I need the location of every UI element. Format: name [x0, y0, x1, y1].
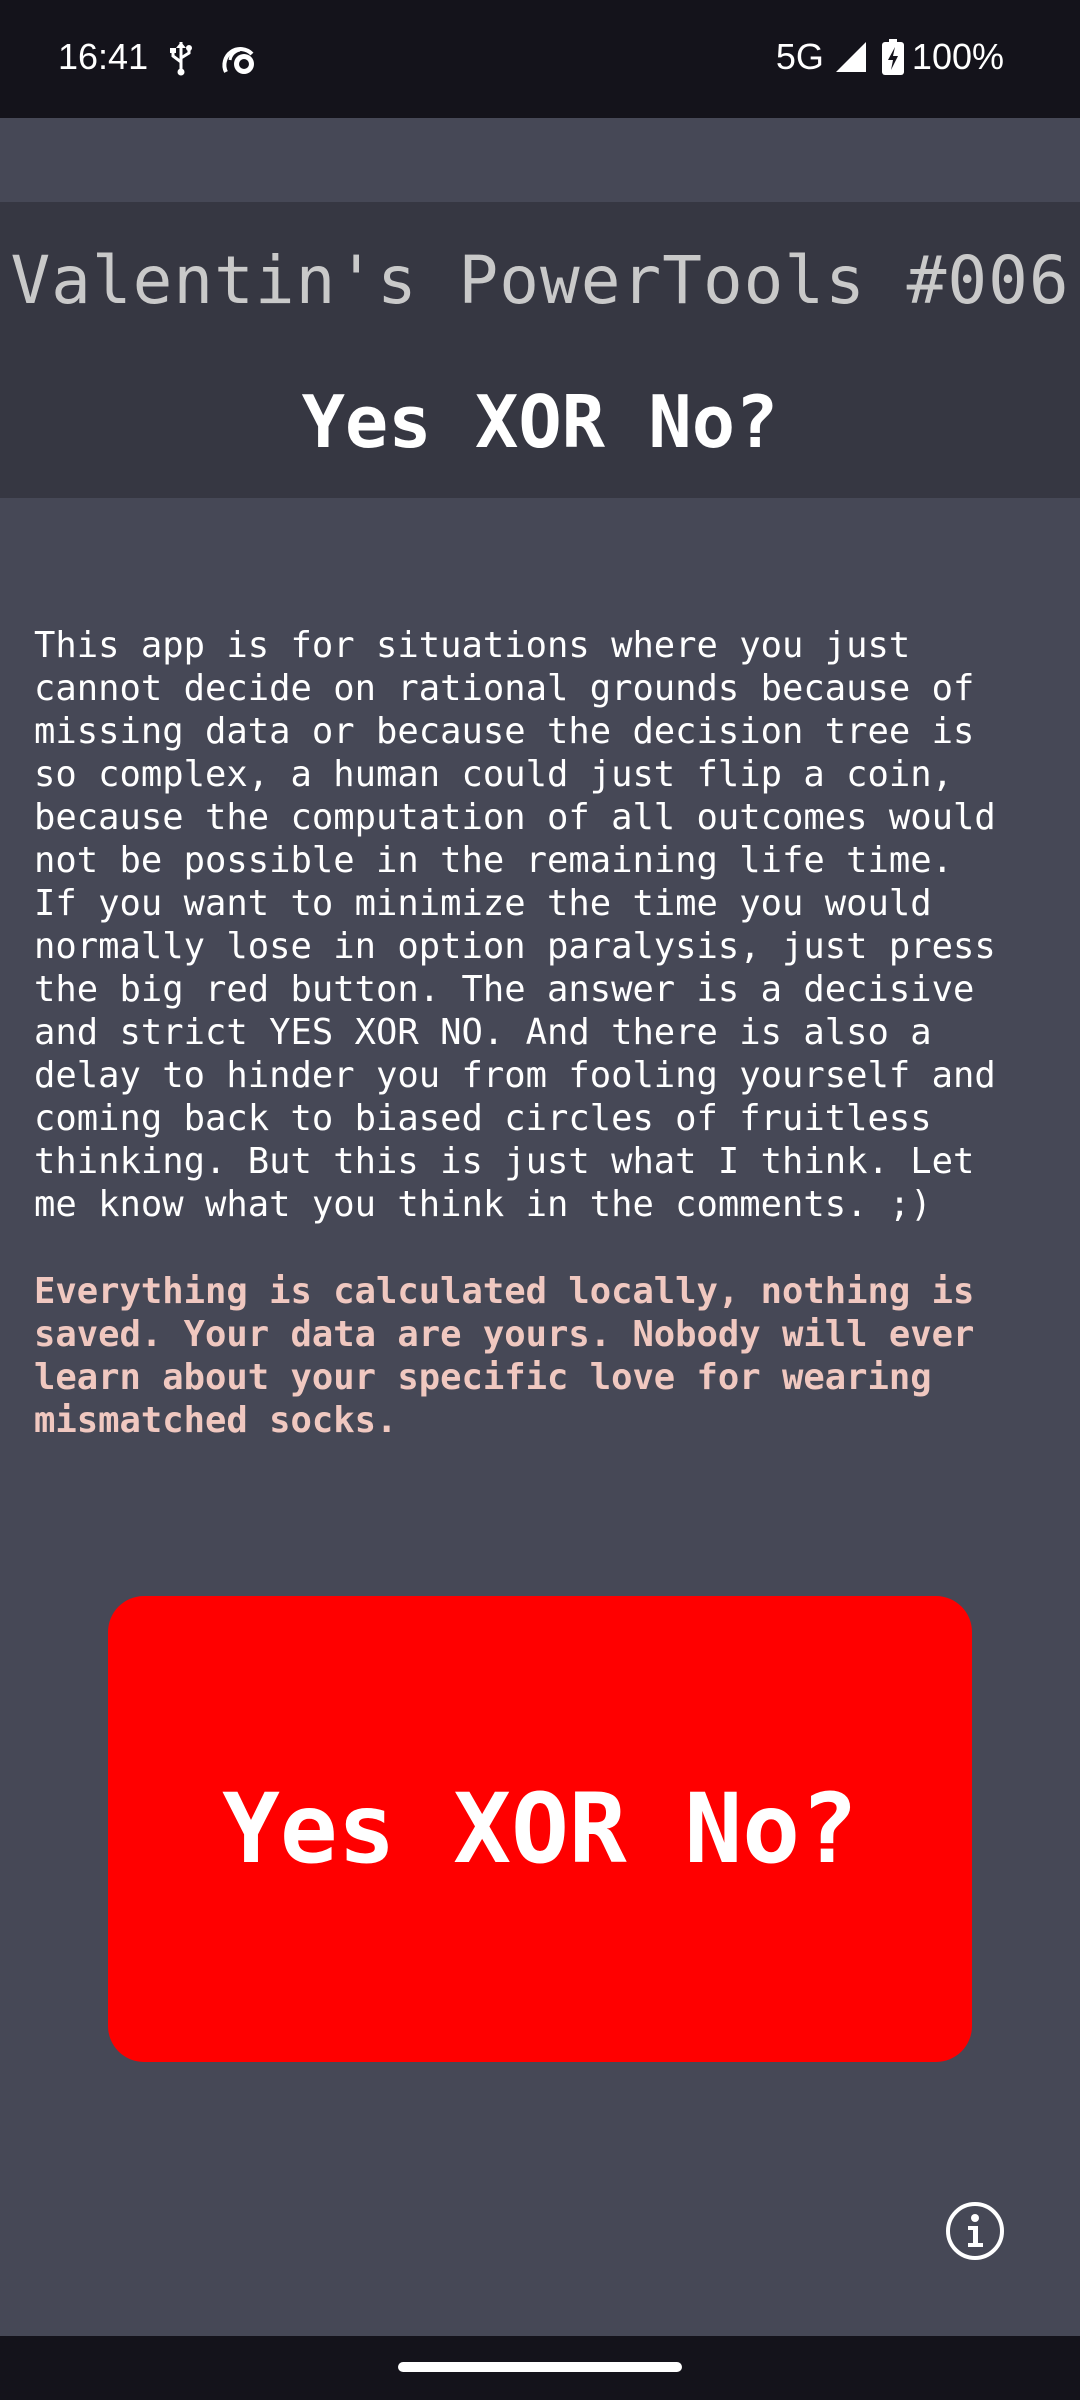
navigation-bar	[0, 2336, 1080, 2400]
status-indicators: 5G 100%	[776, 36, 1004, 78]
info-icon	[968, 2214, 983, 2247]
battery-charging-icon	[881, 39, 904, 75]
info-button[interactable]	[946, 2202, 1004, 2260]
satellite-icon	[222, 47, 254, 74]
status-time: 16:41	[58, 36, 149, 77]
usb-icon	[170, 42, 192, 76]
app-header: Valentin's PowerTools #006 Yes XOR No?	[0, 202, 1080, 498]
battery-label: 100%	[911, 36, 1004, 77]
network-label: 5G	[775, 36, 824, 77]
app-title: Valentin's PowerTools #006	[10, 242, 1070, 319]
app-subtitle: Yes XOR No?	[301, 380, 779, 464]
home-gesture-handle[interactable]	[398, 2362, 682, 2372]
top-strip	[0, 118, 1080, 202]
privacy-note: Everything is calculated locally, nothin…	[34, 1271, 975, 1441]
yes-xor-no-button[interactable]: Yes XOR No?	[108, 1596, 972, 2062]
status-bar: 16:41 5G 100%	[0, 0, 1080, 118]
signal-icon	[835, 42, 866, 72]
description-text: This app is for situations where you jus…	[34, 625, 996, 1225]
